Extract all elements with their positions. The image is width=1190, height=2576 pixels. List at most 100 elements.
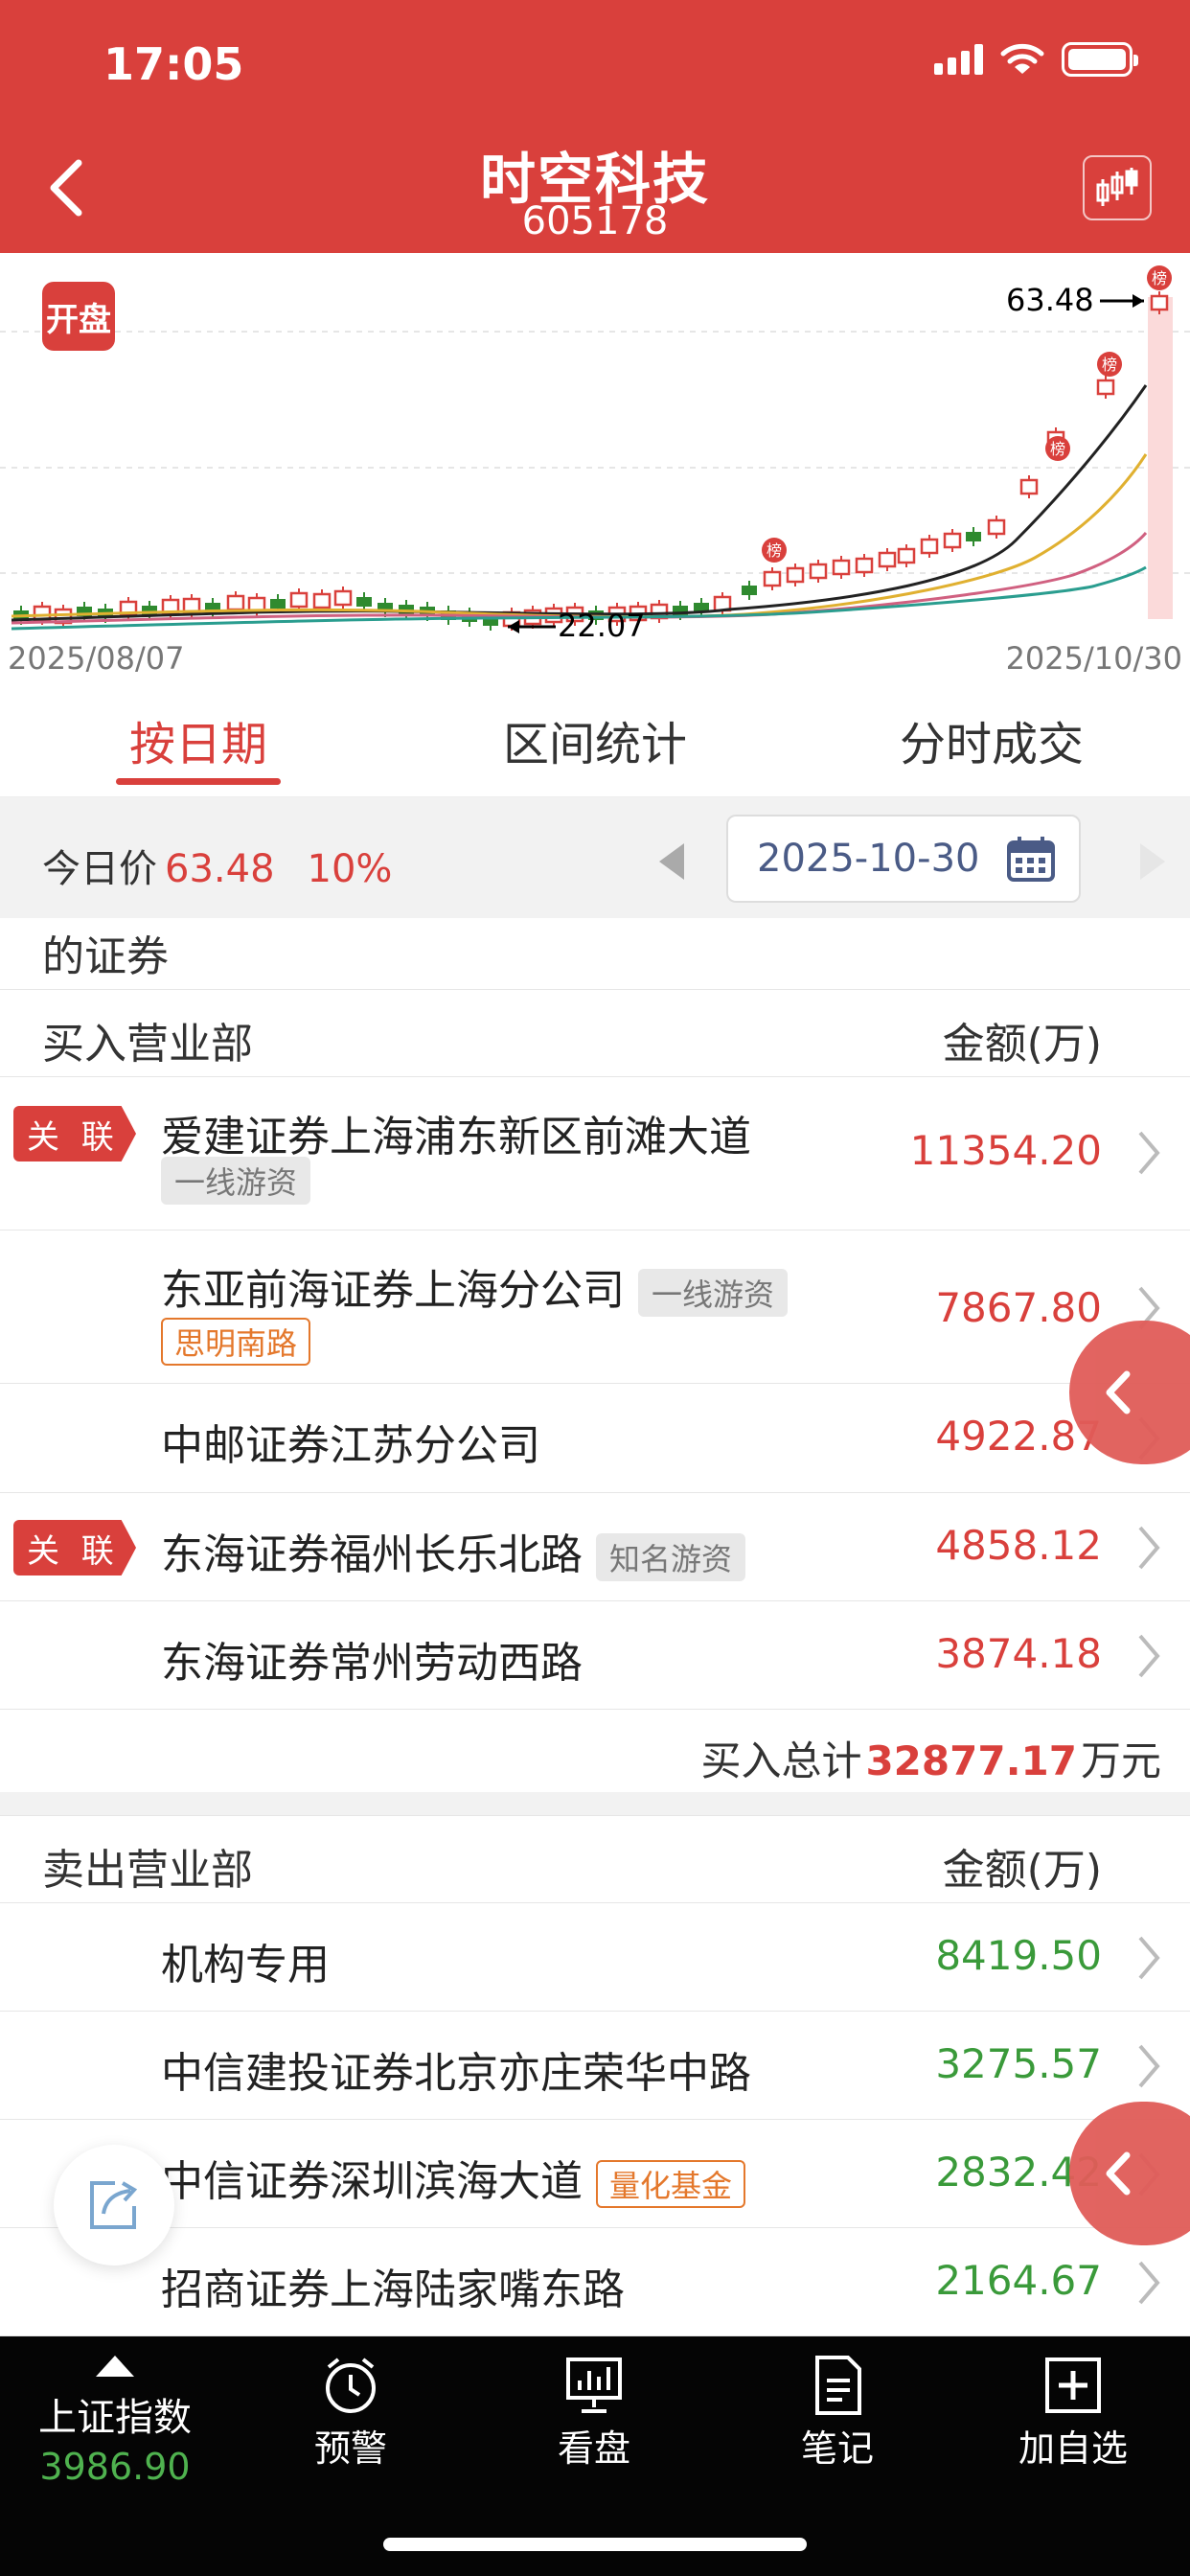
candlestick [270,599,286,609]
list-marker-text: 榜 [1102,356,1117,374]
candlestick [742,586,757,595]
candlestick [855,557,874,574]
broker-tag: 知名游资 [596,1533,746,1581]
broker-name: 中信证券深圳滨海大道 [161,2157,583,2206]
price-chart[interactable]: 榜榜榜榜 63.48 22.07 开盘 2025/08/07 2025/10/3… [0,253,1190,682]
list-marker-icon: 榜 [1147,265,1172,290]
chevron-right-icon [1138,2044,1160,2088]
index-name: 上证指数 [38,2396,192,2440]
highlight-band [1148,297,1173,619]
table-row[interactable]: 中信证券深圳滨海大道 量化基金 2832.42 [0,2120,1190,2228]
table-row[interactable]: 东亚前海证券上海分公司 一线游资 思明南路 7867.80 [0,1230,1190,1384]
list-marker-icon: 榜 [1097,352,1122,377]
tab-intraday-trades[interactable]: 分时成交 [793,682,1190,796]
chevron-left-icon [1106,1370,1131,1414]
candlestick [1150,294,1169,311]
list-marker-text: 榜 [1050,440,1065,458]
triangle-up-icon [96,2356,134,2377]
buy-total-unit: 万元 [1080,1737,1161,1784]
today-price-value: 63.48 [165,847,275,891]
table-row[interactable]: 招商证券上海陆家嘴东路 2164.67 [0,2228,1190,2336]
table-row[interactable]: 机构专用 8419.50 [0,1903,1190,2012]
broker-name: 东亚前海证券上海分公司 [161,1266,625,1315]
broker-name: 机构专用 [161,1941,330,1990]
candlestick [920,538,939,555]
chevron-right-icon [1138,1936,1160,1980]
list-marker-icon: 榜 [762,538,787,563]
relation-tag[interactable]: 关 联 [13,1106,136,1162]
candlestick [333,589,353,607]
nav-add-watchlist-label: 加自选 [1018,2427,1128,2470]
tab-bar-top: 按日期 区间统计 分时成交 [0,682,1190,797]
nav-market[interactable]: 看盘 [517,2354,671,2472]
today-price-pct: 10% [307,847,393,891]
broker-tag: 一线游资 [161,1157,311,1205]
candlestick [786,566,805,584]
chart-start-date: 2025/08/07 [8,640,185,677]
broker-name: 中信建投证券北京亦庄荣华中路 [161,2049,751,2098]
signal-icon [934,44,983,75]
buy-total-row: 买入总计32877.17万元 [0,1710,1190,1792]
nav-notes[interactable]: 笔记 [761,2354,914,2472]
kline-chart-button[interactable] [1083,155,1152,220]
sell-section-title: 卖出营业部 [42,1846,253,1895]
tab-range-stats[interactable]: 区间统计 [397,682,793,796]
wifi-icon [1000,43,1044,74]
broker-amount: 7867.80 [935,1284,1102,1331]
relation-tag[interactable]: 关 联 [13,1520,136,1576]
candlestick [878,551,897,568]
broker-amount: 11354.20 [909,1127,1102,1174]
candlestick [987,518,1006,536]
sell-section-header: 卖出营业部 金额(万) [0,1815,1190,1903]
nav-alert-label: 预警 [313,2427,387,2470]
broker-amount: 2164.67 [935,2257,1102,2304]
candlestick [966,532,981,541]
nav-add-watchlist[interactable]: 加自选 [996,2354,1150,2472]
next-date-button[interactable] [1133,840,1171,884]
chevron-right-icon [1138,2261,1160,2305]
nav-market-label: 看盘 [557,2427,630,2470]
alarm-clock-icon [326,2358,376,2413]
table-row[interactable]: 中邮证券江苏分公司 4922.87 [0,1384,1190,1493]
candlestick [312,592,332,610]
price-bar: 今日价 63.48 10% 2025-10-30 [0,797,1190,918]
table-row[interactable]: 关 联 爱建证券上海浦东新区前滩大道 一线游资 11354.20 [0,1077,1190,1230]
table-row[interactable]: 关 联 东海证券福州长乐北路 知名游资 4858.12 [0,1493,1190,1601]
stock-code: 605178 [521,199,669,243]
partial-text: 的证券 [42,932,169,981]
broker-tag: 量化基金 [596,2160,746,2208]
today-price-label: 今日价 [42,847,157,891]
open-badge: 开盘 [42,282,115,351]
date-value: 2025-10-30 [757,837,980,881]
home-indicator [383,2538,807,2551]
date-picker[interactable]: 2025-10-30 [726,815,1081,903]
index-ticker[interactable]: 上证指数 3986.90 [38,2356,192,2488]
broker-amount: 4858.12 [935,1522,1102,1569]
share-icon [90,2181,138,2229]
candlestick [289,591,309,609]
broker-name: 中邮证券江苏分公司 [161,1421,540,1470]
tab-by-date[interactable]: 按日期 [0,682,397,796]
partial-text-row: 的证券 [0,918,1190,989]
share-button[interactable] [54,2145,174,2266]
broker-amount: 3275.57 [935,2040,1102,2087]
table-row[interactable]: 东海证券常州劳动西路 3874.18 [0,1601,1190,1710]
table-row[interactable]: 中信建投证券北京亦庄荣华中路 3275.57 [0,2012,1190,2120]
ma-line-black [11,384,1148,622]
buy-total-value: 32877.17 [865,1737,1077,1784]
candlestick [943,532,962,549]
plus-square-icon [1045,2358,1101,2413]
chevron-right-icon [1138,1131,1160,1175]
prev-date-button[interactable] [653,840,692,884]
list-marker-text: 榜 [1152,269,1167,288]
today-price: 今日价 63.48 10% [42,838,392,893]
nav-alert[interactable]: 预警 [274,2354,427,2472]
buy-total-label: 买入总计 [700,1737,862,1784]
buy-section-title: 买入营业部 [42,1020,253,1069]
app-header: 17:05 时空科技 605178 [0,0,1190,253]
note-icon [815,2356,861,2415]
candlestick [809,563,828,580]
nav-notes-label: 笔记 [800,2427,874,2470]
monitor-chart-icon [566,2358,622,2413]
high-price-label: 63.48 [1006,282,1094,318]
